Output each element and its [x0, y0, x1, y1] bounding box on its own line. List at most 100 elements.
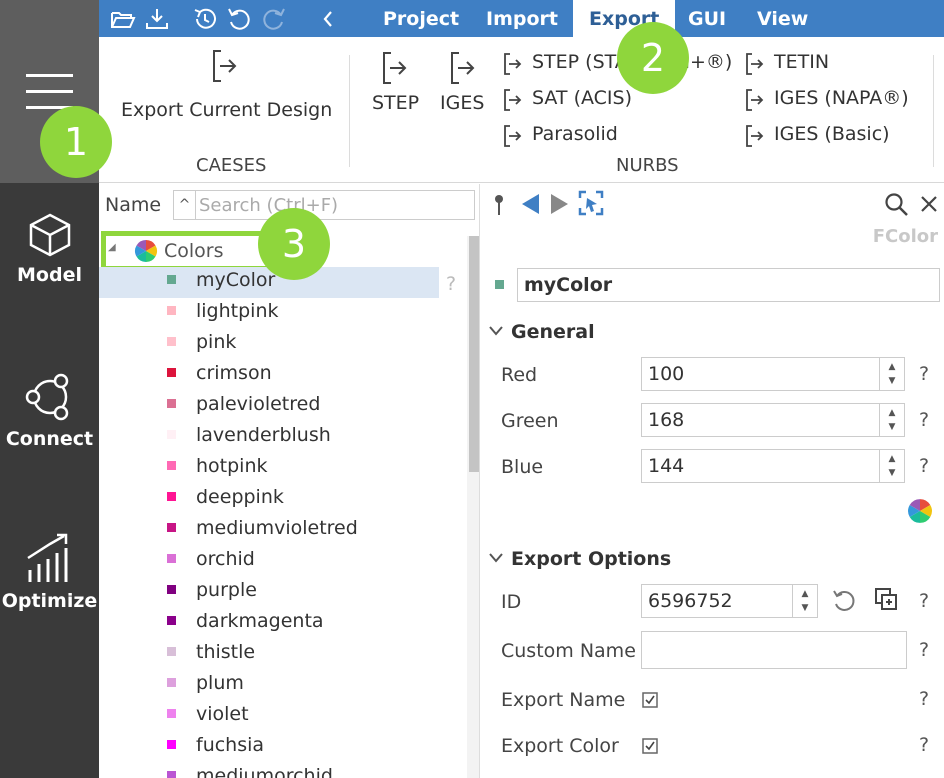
- rail-item-label: Model: [17, 264, 82, 286]
- sat-acis-button[interactable]: SAT (ACIS): [502, 85, 642, 113]
- color-swatch: [167, 647, 176, 656]
- rail-item-model[interactable]: Model: [0, 212, 99, 286]
- step-star-button[interactable]: STEP (STAR-CCM+®): [502, 49, 732, 77]
- export-current-design-button[interactable]: Export Current Design: [117, 45, 332, 125]
- tree-item-label: plum: [196, 672, 244, 694]
- rail-item-optimize[interactable]: Optimize: [0, 532, 99, 612]
- close-icon[interactable]: [920, 195, 938, 213]
- help-icon[interactable]: ?: [919, 409, 929, 431]
- id-input[interactable]: 6596752: [641, 584, 793, 618]
- tree-item[interactable]: thistle: [99, 639, 439, 670]
- tree-item[interactable]: myColor: [99, 267, 439, 298]
- iges-napa-button[interactable]: IGES (NAPA®): [744, 85, 914, 113]
- tree-item[interactable]: hotpink: [99, 453, 439, 484]
- iges-basic-label: IGES (Basic): [774, 123, 890, 145]
- export-icon: [383, 52, 407, 84]
- callout-highlight-box: [101, 231, 273, 271]
- select-target-icon[interactable]: [578, 190, 604, 216]
- tab-import[interactable]: Import: [470, 0, 574, 37]
- iges-button[interactable]: IGES: [433, 47, 493, 127]
- blue-stepper[interactable]: ▲ ▼: [879, 449, 905, 483]
- export-name-checkbox[interactable]: [642, 692, 658, 708]
- color-swatch: [167, 399, 176, 408]
- color-swatch: [167, 368, 176, 377]
- id-stepper[interactable]: ▲ ▼: [792, 584, 818, 618]
- tree-item[interactable]: lightpink: [99, 298, 439, 329]
- history-icon[interactable]: [192, 6, 218, 32]
- help-icon[interactable]: ?: [919, 688, 929, 710]
- tab-gui[interactable]: GUI: [672, 0, 742, 37]
- hamburger-menu-icon[interactable]: [26, 74, 73, 110]
- tab-view[interactable]: View: [741, 0, 824, 37]
- group-label-nurbs: NURBS: [616, 155, 679, 176]
- back-arrow-icon[interactable]: [519, 192, 541, 216]
- tree-item-label: fuchsia: [196, 734, 265, 756]
- download-icon[interactable]: [144, 6, 170, 32]
- parasolid-label: Parasolid: [532, 123, 618, 145]
- red-input[interactable]: 100: [641, 357, 880, 391]
- tree-item[interactable]: lavenderblush: [99, 422, 439, 453]
- tree-item[interactable]: mediumorchid: [99, 763, 439, 778]
- export-icon: [504, 125, 522, 147]
- iges-label: IGES: [440, 92, 485, 114]
- pin-icon[interactable]: [493, 194, 505, 216]
- redo-icon[interactable]: [261, 6, 287, 32]
- tree-item[interactable]: pink: [99, 329, 439, 360]
- export-color-checkbox[interactable]: [642, 738, 658, 754]
- blue-input[interactable]: 144: [641, 449, 880, 483]
- export-icon: [451, 52, 475, 84]
- help-icon[interactable]: ?: [919, 734, 929, 756]
- tree-item[interactable]: deeppink: [99, 484, 439, 515]
- iges-basic-button[interactable]: IGES (Basic): [744, 121, 894, 149]
- open-folder-icon[interactable]: [110, 6, 136, 32]
- object-name-field[interactable]: myColor: [517, 268, 940, 302]
- color-picker-icon[interactable]: [907, 498, 933, 524]
- parasolid-button[interactable]: Parasolid: [502, 121, 642, 149]
- search-icon[interactable]: [884, 192, 910, 218]
- chevron-left-icon[interactable]: [316, 6, 342, 32]
- sort-up-icon[interactable]: ^: [174, 191, 196, 219]
- export-icon: [746, 125, 764, 147]
- duplicate-icon[interactable]: [874, 587, 900, 613]
- red-stepper[interactable]: ▲ ▼: [879, 357, 905, 391]
- search-input[interactable]: [197, 191, 473, 219]
- sat-acis-label: SAT (ACIS): [532, 87, 633, 109]
- color-swatch: [167, 740, 176, 749]
- green-input[interactable]: 168: [641, 403, 880, 437]
- tree-item[interactable]: palevioletred: [99, 391, 439, 422]
- color-swatch: [167, 337, 176, 346]
- help-icon[interactable]: ?: [919, 590, 929, 612]
- reset-icon[interactable]: [831, 588, 857, 614]
- tree-item[interactable]: crimson: [99, 360, 439, 391]
- tree-item-label: darkmagenta: [196, 610, 324, 632]
- tree-item[interactable]: purple: [99, 577, 439, 608]
- help-icon[interactable]: ?: [446, 273, 456, 295]
- column-header-name[interactable]: Name: [105, 194, 161, 216]
- callout-badge: 3: [258, 208, 330, 280]
- custom-name-input[interactable]: [641, 631, 907, 669]
- color-swatch: [167, 554, 176, 563]
- tree-item[interactable]: orchid: [99, 546, 439, 577]
- tree-item[interactable]: darkmagenta: [99, 608, 439, 639]
- help-icon[interactable]: ?: [919, 639, 929, 661]
- rail-item-connect[interactable]: Connect: [0, 372, 99, 450]
- step-label: STEP: [372, 92, 420, 114]
- tree-item-label: hotpink: [196, 455, 268, 477]
- help-icon[interactable]: ?: [919, 363, 929, 385]
- help-icon[interactable]: ?: [919, 455, 929, 477]
- color-swatch: [167, 461, 176, 470]
- tree-item[interactable]: mediumvioletred: [99, 515, 439, 546]
- tree-item[interactable]: violet: [99, 701, 439, 732]
- forward-arrow-icon[interactable]: [549, 192, 571, 216]
- tree-item[interactable]: plum: [99, 670, 439, 701]
- tree-item[interactable]: fuchsia: [99, 732, 439, 763]
- tab-project[interactable]: Project: [367, 0, 475, 37]
- tetin-button[interactable]: TETIN: [744, 49, 864, 77]
- export-icon: [746, 53, 764, 75]
- step-button[interactable]: STEP: [365, 47, 425, 127]
- section-title: General: [511, 321, 595, 343]
- undo-icon[interactable]: [226, 6, 252, 32]
- green-stepper[interactable]: ▲ ▼: [879, 403, 905, 437]
- tree-item-label: lavenderblush: [196, 424, 331, 446]
- scrollbar-thumb[interactable]: [469, 236, 479, 472]
